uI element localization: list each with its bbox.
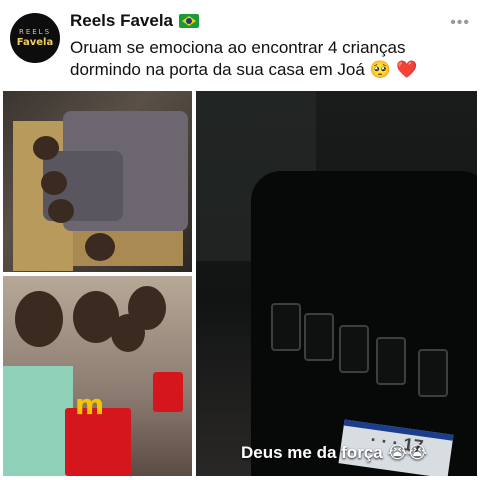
post-caption: Oruam se emociona ao encontrar 4 criança… [70,37,470,81]
more-options-button[interactable]: ••• [450,14,470,32]
media-image-children-happy-meal[interactable]: m [3,276,192,476]
media-image-children-sleeping[interactable] [3,91,192,272]
account-avatar[interactable]: REELS Favela [10,13,60,63]
caption-text: Oruam se emociona ao encontrar 4 criança… [70,38,406,79]
avatar-text-line1: REELS [18,28,52,36]
media-image-car-night[interactable]: · · · 17 Deus me da força 😭😭 [196,91,477,476]
media-overlay-text: Deus me da força 😭😭 [241,443,428,463]
account-name[interactable]: Reels Favela [70,11,173,31]
caption-emojis: 🥺 ❤️ [369,60,418,80]
avatar-text-line2: Favela [16,37,54,48]
account-name-row: Reels Favela [70,11,200,31]
brazil-flag-icon [179,14,200,28]
